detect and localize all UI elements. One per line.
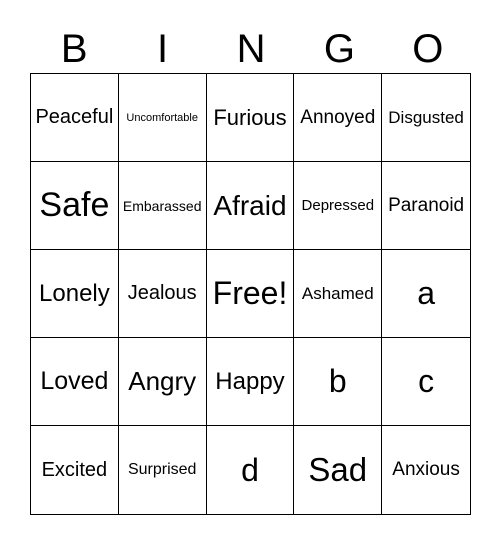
bingo-cell[interactable]: Loved	[31, 338, 119, 426]
header-letter-n: N	[236, 27, 266, 71]
header-letter-g: G	[323, 27, 355, 71]
bingo-cell[interactable]: Sad	[294, 426, 383, 514]
bingo-cell[interactable]: Depressed	[294, 162, 383, 250]
bingo-cell[interactable]: Disgusted	[382, 74, 470, 162]
header-letter-b: B	[60, 27, 88, 71]
bingo-cell[interactable]: Ashamed	[294, 250, 383, 338]
bingo-cell[interactable]: Excited	[31, 426, 119, 514]
bingo-cell[interactable]: c	[382, 338, 470, 426]
bingo-cell[interactable]: Angry	[118, 338, 207, 426]
bingo-cell[interactable]: Lonely	[31, 250, 119, 338]
bingo-cell[interactable]: Happy	[206, 338, 295, 426]
bingo-cell[interactable]: Free!	[206, 250, 295, 338]
bingo-cell[interactable]: b	[294, 338, 383, 426]
bingo-cell[interactable]: Peaceful	[31, 74, 119, 162]
bingo-cell[interactable]: Paranoid	[382, 162, 470, 250]
bingo-cell[interactable]: Furious	[206, 74, 295, 162]
bingo-cell[interactable]: Surprised	[119, 426, 207, 514]
bingo-cell[interactable]: Safe	[31, 162, 119, 250]
bingo-cell[interactable]: d	[207, 426, 295, 514]
bingo-cell[interactable]: Annoyed	[294, 74, 383, 162]
bingo-cell[interactable]: a	[382, 250, 470, 338]
bingo-cell[interactable]: Embarassed	[118, 162, 207, 250]
bingo-cell[interactable]: Anxious	[382, 426, 470, 514]
bingo-cell[interactable]: Jealous	[118, 250, 207, 338]
bingo-cell[interactable]: Uncomfortable	[118, 74, 207, 162]
header-letter-i: I	[157, 27, 169, 71]
header-letter-o: O	[412, 27, 444, 71]
bingo-cell[interactable]: Afraid	[206, 162, 295, 250]
bingo-header: B I N G O	[30, 26, 472, 72]
bingo-grid: Peaceful Uncomfortable Furious Annoyed Disgu…	[30, 73, 471, 515]
